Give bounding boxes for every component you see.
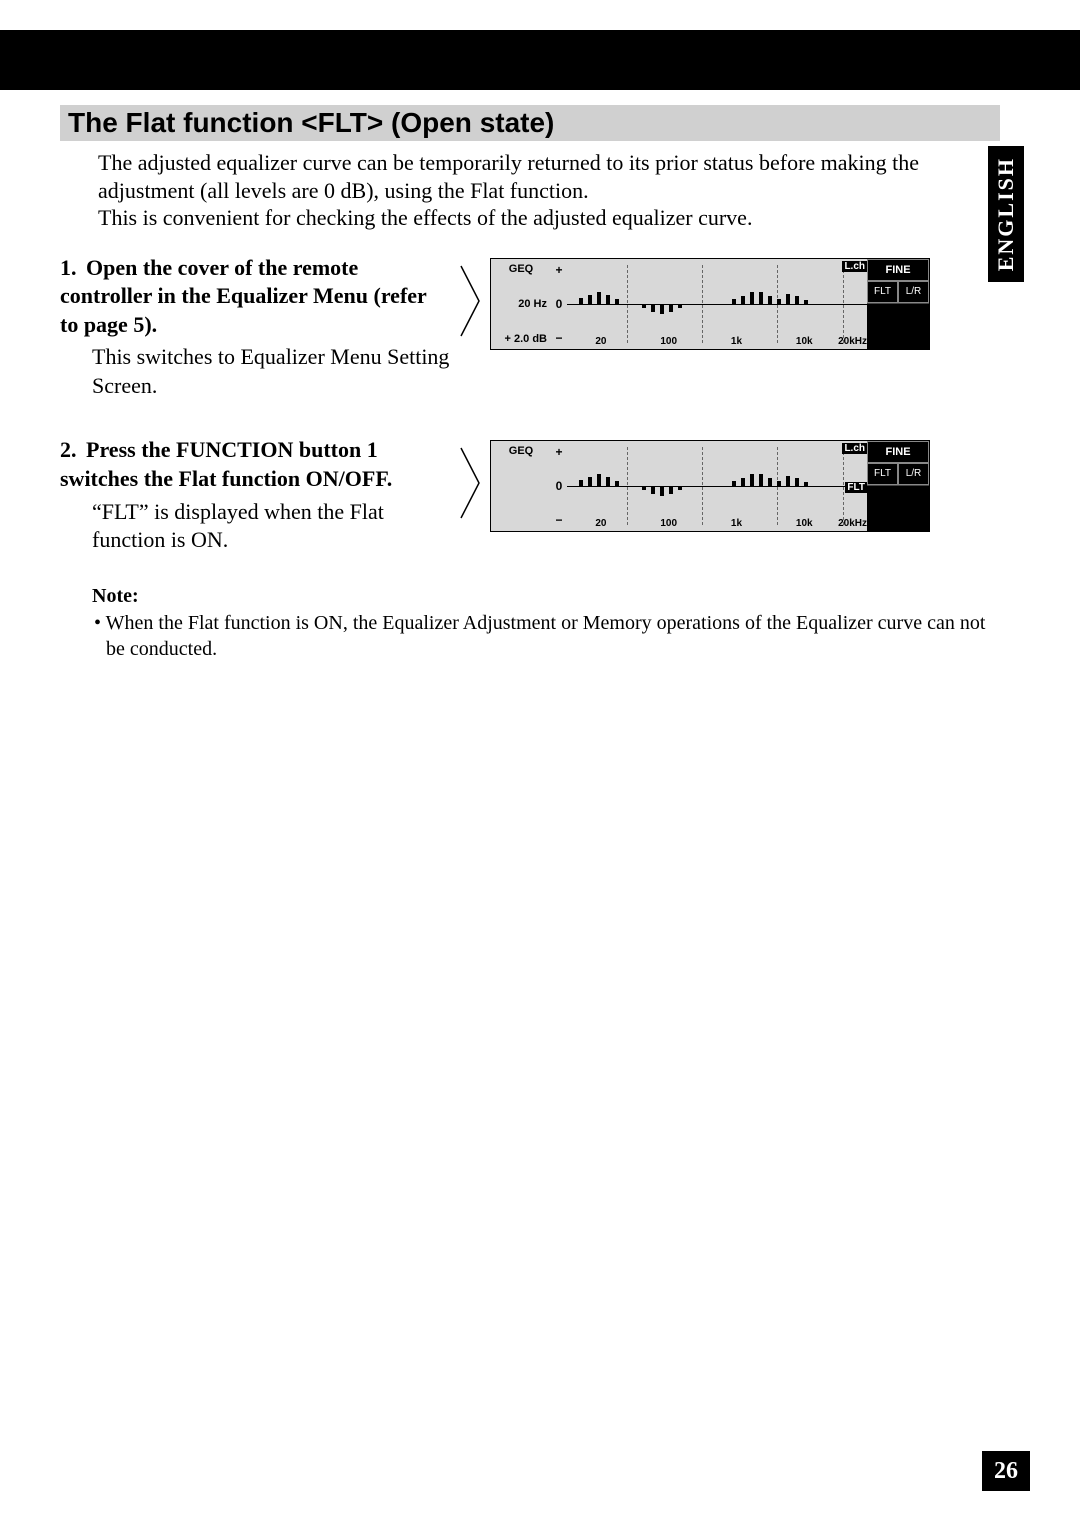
section-title: The Flat function <FLT> (Open state) xyxy=(60,105,1000,141)
step-1-body: This switches to Equalizer Menu Setting … xyxy=(92,343,450,400)
tick2-20k: 20kHz xyxy=(838,518,867,529)
diag2-geq-label: GEQ xyxy=(495,445,547,457)
tick2-1k: 1k xyxy=(703,518,771,529)
intro-text: The adjusted equalizer curve can be temp… xyxy=(98,150,919,230)
tick-100: 100 xyxy=(635,336,703,347)
step-2: 2.Press the FUNCTION button 1 switches t… xyxy=(60,436,1000,554)
diag2-fine-label: FINE xyxy=(867,441,929,463)
axis-zero: 0 xyxy=(556,297,563,311)
diag-gain-label: + 2.0 dB xyxy=(495,333,547,345)
step-1-number: 1. xyxy=(60,254,86,283)
freq-ticks: 20 100 1k 10k 20kHz xyxy=(567,336,867,347)
diag-flt-label: FLT xyxy=(867,281,898,303)
intro-paragraph: The adjusted equalizer curve can be temp… xyxy=(98,149,980,232)
tick2-100: 100 xyxy=(635,518,703,529)
step-2-heading: Press the FUNCTION button 1 switches the… xyxy=(60,437,392,491)
step-2-body: “FLT” is displayed when the Flat functio… xyxy=(92,498,450,555)
note-body: • When the Flat function is ON, the Equa… xyxy=(92,610,1000,662)
diag2-lr-label: L/R xyxy=(898,463,929,485)
tick2-10k: 10k xyxy=(770,518,838,529)
diag-geq-label: GEQ xyxy=(495,263,547,275)
diag-lch-label: L.ch xyxy=(842,261,867,272)
arrow-icon xyxy=(457,444,483,522)
equalizer-diagram-2: GEQ + 0 − xyxy=(490,440,930,532)
arrow-icon xyxy=(457,262,483,340)
diag-lr-label: L/R xyxy=(898,281,929,303)
axis-plus: + xyxy=(555,445,562,459)
tick-20: 20 xyxy=(567,336,635,347)
diag-freq-label: 20 Hz xyxy=(495,298,547,310)
header-black-bar xyxy=(0,30,1080,90)
axis-plus: + xyxy=(555,263,562,277)
freq-ticks-2: 20 100 1k 10k 20kHz xyxy=(567,518,867,529)
tick-1k: 1k xyxy=(703,336,771,347)
step-2-number: 2. xyxy=(60,436,86,465)
tick-10k: 10k xyxy=(770,336,838,347)
diag2-lch-label: L.ch xyxy=(842,443,867,454)
equalizer-diagram-1: GEQ 20 Hz + 2.0 dB + 0 − xyxy=(490,258,930,350)
diag-fine-label: FINE xyxy=(867,259,929,281)
note-heading: Note: xyxy=(92,585,1000,608)
diag2-flt-label: FLT xyxy=(867,463,898,485)
step-1-heading: Open the cover of the remote controller … xyxy=(60,255,426,337)
axis-minus: − xyxy=(555,331,562,345)
note-block: Note: • When the Flat function is ON, th… xyxy=(92,585,1000,662)
page-number: 26 xyxy=(982,1451,1030,1491)
diag2-flt-tag: FLT xyxy=(845,482,867,493)
tick-20k: 20kHz xyxy=(838,336,867,347)
tick2-20: 20 xyxy=(567,518,635,529)
axis-minus: − xyxy=(555,513,562,527)
step-1: 1.Open the cover of the remote controlle… xyxy=(60,254,1000,401)
axis-zero: 0 xyxy=(556,479,563,493)
